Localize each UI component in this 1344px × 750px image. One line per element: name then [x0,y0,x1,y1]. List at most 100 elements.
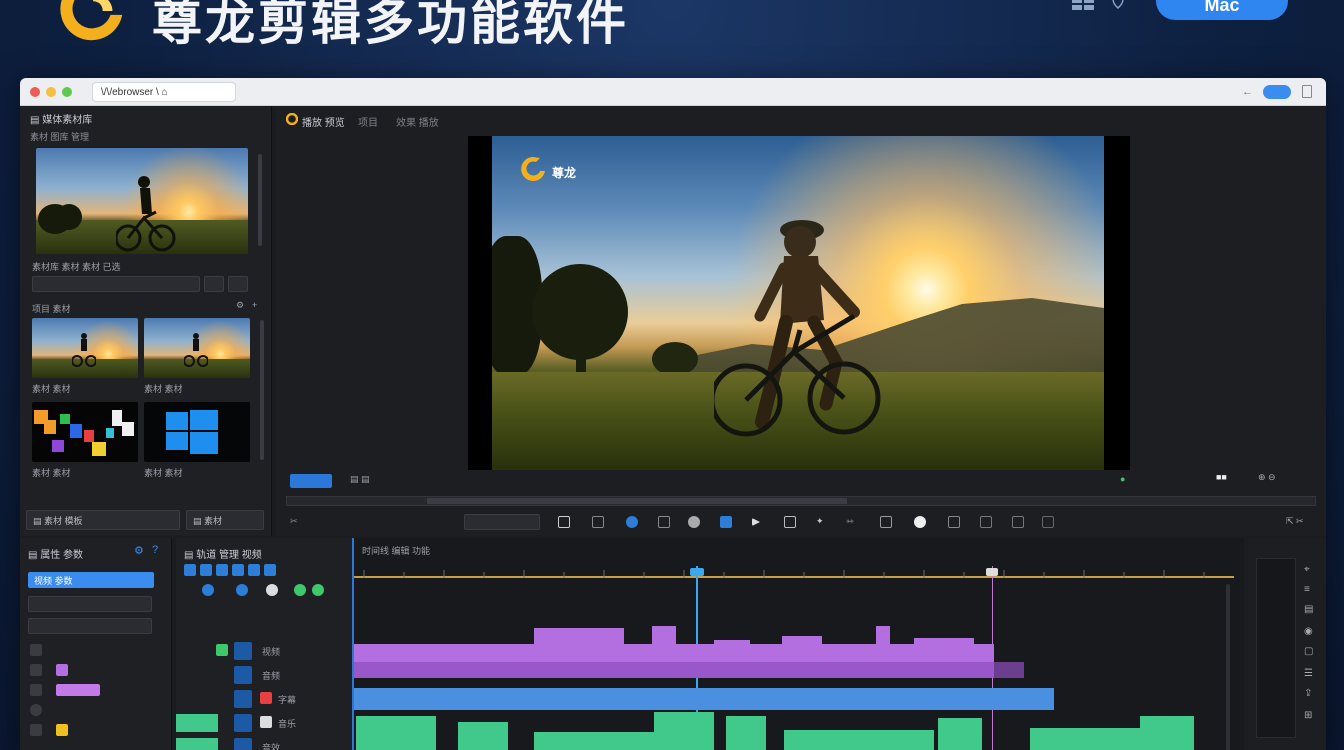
play-icon[interactable]: ▤ ▤ [350,474,370,485]
toggle-switch[interactable] [1263,85,1291,99]
back-icon[interactable]: ← [1242,86,1253,98]
add-icon[interactable]: + [252,300,257,310]
mac-download-button[interactable]: Mac [1156,0,1288,20]
bird-icon[interactable]: ✦ [816,516,828,528]
media-panel-tabs[interactable]: 素材 图库 管理 [20,128,271,144]
track-tool-4[interactable] [232,564,244,576]
scissors-icon[interactable]: ✂ [290,516,298,527]
maximize-window-button[interactable] [62,87,72,97]
windows-icon[interactable] [1072,0,1094,10]
track-eye-icon[interactable] [234,666,252,684]
track-tool-2[interactable] [200,564,212,576]
preview-scrubber[interactable] [286,496,1316,506]
track-eye-icon[interactable] [234,642,252,660]
photo-icon[interactable] [948,516,960,528]
lock-icon[interactable] [30,664,42,676]
preview-tab-project[interactable]: 项目 [358,114,378,129]
more-icon[interactable]: ⇱ ✂ [1286,516,1304,527]
music-clip[interactable] [458,722,508,750]
help-icon[interactable]: ? [152,544,158,556]
media-thumbnail-3[interactable] [32,402,138,462]
color-swatch-purple[interactable] [56,664,68,676]
effect-icon[interactable] [914,516,926,528]
marker-handle[interactable] [986,568,998,576]
play-mode-button[interactable] [290,474,332,488]
add-effect-track-icon[interactable] [266,584,278,596]
clip-action-button-2[interactable] [228,276,248,292]
media-scrollbar[interactable] [258,154,262,246]
media-grid-scrollbar[interactable] [260,320,264,460]
track-row-music[interactable]: 音乐 [176,712,352,734]
media-thumbnail-2[interactable] [144,318,250,378]
zoom-icon[interactable]: ⊕ ⊖ [1258,472,1276,483]
address-bar[interactable]: \/\/ebrowser \ ⌂ [92,82,236,102]
track-eye-icon[interactable] [234,690,252,708]
close-window-button[interactable] [30,87,40,97]
undo-icon[interactable] [592,516,604,528]
share-icon[interactable]: ⇪ [1304,688,1312,699]
music-clip[interactable] [654,712,714,750]
stack-icon[interactable]: ≡ [1304,584,1310,595]
rotate-icon[interactable] [626,516,638,528]
track-color-icon[interactable] [260,716,272,728]
preview-tab-effects[interactable]: 效果 播放 [396,114,439,129]
timeline-ruler[interactable] [354,560,1234,578]
track-tool-1[interactable] [184,564,196,576]
export-icon[interactable] [1012,516,1024,528]
volume-icon[interactable]: ◉ [1304,626,1313,637]
selected-clip-thumbnail[interactable] [36,148,248,254]
link-icon[interactable] [30,684,42,696]
video-clip[interactable] [354,662,1024,678]
ratio-icon[interactable] [1042,516,1054,528]
list-icon[interactable]: ☰ [1304,668,1313,679]
color-swatch-purple-wide[interactable] [56,684,100,696]
track-color-icon[interactable] [260,692,272,704]
pin-icon[interactable]: ⌖ [1304,564,1310,575]
grid-icon[interactable] [784,516,796,528]
subtitle-icon[interactable] [980,516,992,528]
audio-clip[interactable] [354,688,1054,710]
track-tool-3[interactable] [216,564,228,576]
track-eye-icon[interactable] [234,714,252,732]
trash-icon[interactable] [1302,85,1312,98]
doc-icon[interactable]: ▢ [1304,646,1313,657]
music-clip[interactable] [784,730,934,750]
property-input-2[interactable] [28,618,152,634]
minimize-window-button[interactable] [46,87,56,97]
track-row-audio[interactable]: 音频 [176,664,352,686]
mask-icon[interactable] [688,516,700,528]
mirror-icon[interactable] [658,516,670,528]
property-selector[interactable]: 视频 参数 [28,572,154,588]
music-clip[interactable] [1030,728,1140,750]
flag-icon[interactable] [752,518,760,526]
track-tool-5[interactable] [248,564,260,576]
track-lock-icon[interactable] [216,644,228,656]
playhead-handle[interactable] [690,568,704,576]
fullscreen-icon[interactable]: ■■ [1216,472,1227,482]
property-input-1[interactable] [28,596,152,612]
crop-icon[interactable] [558,516,570,528]
video-preview[interactable]: 尊龙 [468,136,1130,470]
record-icon[interactable]: ● [1120,474,1125,484]
color-swatch-yellow[interactable] [56,724,68,736]
media-thumbnail-4[interactable] [144,402,250,462]
media-thumbnail-1[interactable] [32,318,138,378]
apple-icon[interactable] [1108,0,1128,10]
track-row-sound[interactable]: 音效 [176,736,352,750]
timeline-scrollbar[interactable] [1226,584,1230,750]
layers-icon[interactable] [880,516,892,528]
media-footer-left[interactable]: ▤ 素材 模板 [26,510,180,530]
music-clip[interactable] [1140,716,1194,750]
add-audio-track-icon[interactable] [236,584,248,596]
track-row-video[interactable]: 视频 [176,640,352,662]
clip-action-button[interactable] [204,276,224,292]
text-icon[interactable] [30,724,42,736]
music-clip[interactable] [356,716,436,750]
audio-icon[interactable] [30,704,42,716]
media-footer-right[interactable]: ▤ 素材 [186,510,264,530]
track-eye-icon[interactable] [234,738,252,750]
settings-icon[interactable]: ⚙ [134,544,144,557]
timecode-field[interactable] [464,514,540,530]
add-music-track-icon[interactable] [294,584,306,596]
music-clip[interactable] [726,716,766,750]
